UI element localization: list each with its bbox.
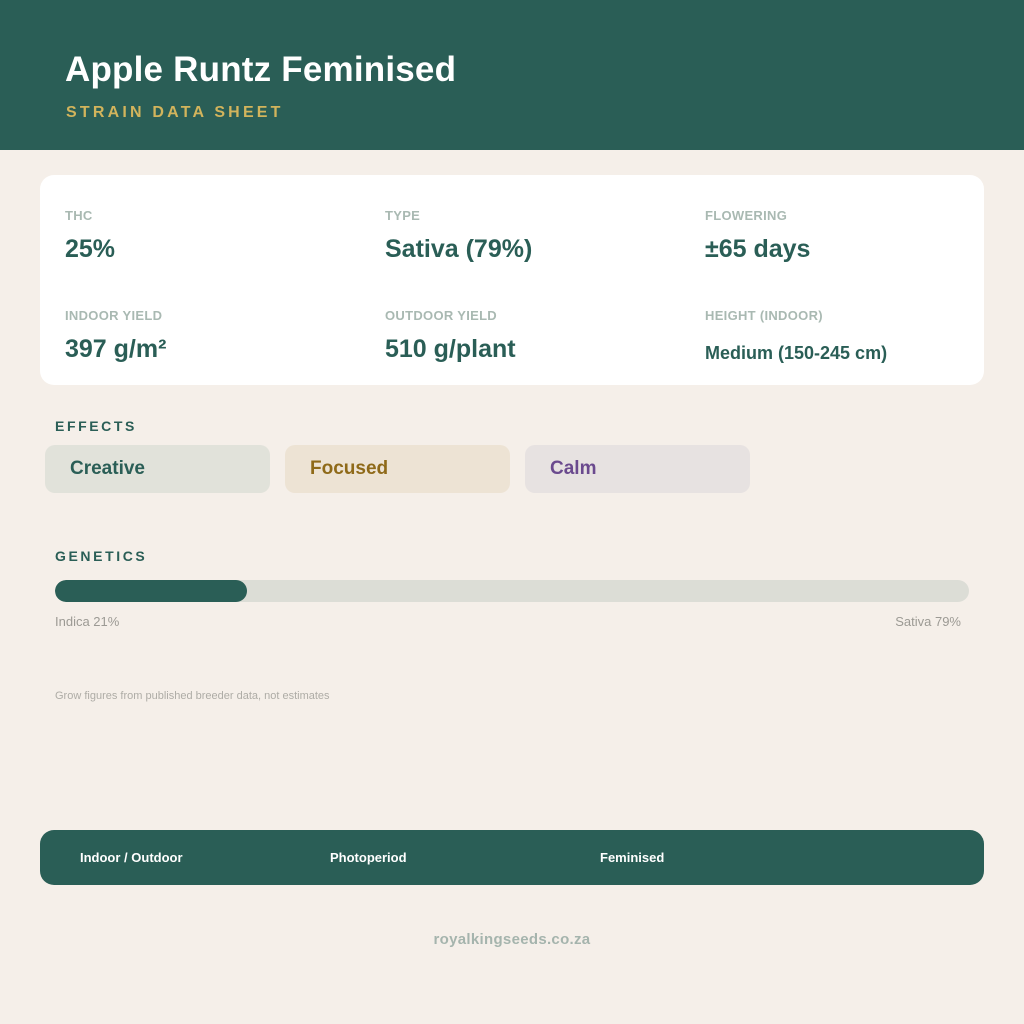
effect-chip-creative: Creative (45, 445, 270, 493)
indica-caption: Indica 21% (55, 614, 120, 629)
stat-value: 510 g/plant (385, 335, 516, 363)
effect-chip-calm: Calm (525, 445, 750, 493)
stat-height-indoor: HEIGHT (INDOOR) Medium (150-245 cm) (705, 308, 887, 368)
header-banner: Apple Runtz Feminised STRAIN DATA SHEET (0, 0, 1024, 150)
stat-label: HEIGHT (INDOOR) (705, 308, 823, 323)
sativa-caption: Sativa 79% (895, 614, 961, 629)
stat-value: Sativa (79%) (385, 235, 533, 263)
stat-label: FLOWERING (705, 208, 788, 223)
tag-feminised: Feminised (600, 850, 665, 865)
stat-value: 397 g/m² (65, 335, 167, 363)
footer-tags-bar: Indoor / Outdoor Photoperiod Feminised (40, 830, 984, 885)
stat-label: INDOOR YIELD (65, 308, 163, 323)
stats-card: THC 25% TYPE Sativa (79%) FLOWERING ±65 … (40, 175, 984, 385)
effect-chip-focused: Focused (285, 445, 510, 493)
stat-flowering: FLOWERING ±65 days (705, 208, 810, 264)
genetics-heading: GENETICS (55, 548, 148, 564)
effects-heading: EFFECTS (55, 418, 137, 434)
stat-indoor-yield: INDOOR YIELD 397 g/m² (65, 308, 166, 364)
stat-value: 25% (65, 235, 116, 263)
tag-indoor-outdoor: Indoor / Outdoor (80, 850, 183, 865)
genetics-bar (55, 580, 969, 602)
website-link[interactable]: royalkingseeds.co.za (0, 931, 1024, 949)
data-source-note: Grow figures from published breeder data… (55, 690, 330, 702)
stat-value: Medium (150-245 cm) (705, 343, 888, 363)
stat-label: TYPE (385, 208, 421, 223)
stat-type: TYPE Sativa (79%) (385, 208, 532, 264)
stat-label: OUTDOOR YIELD (385, 308, 498, 323)
stat-label: THC (65, 208, 93, 223)
page-title: Apple Runtz Feminised (65, 50, 457, 89)
stat-value: ±65 days (705, 235, 811, 263)
page-subtitle: STRAIN DATA SHEET (66, 104, 284, 121)
stat-outdoor-yield: OUTDOOR YIELD 510 g/plant (385, 308, 516, 364)
stat-thc: THC 25% (65, 208, 115, 264)
tag-photoperiod: Photoperiod (330, 850, 407, 865)
genetics-bar-indica-fill (55, 580, 247, 602)
